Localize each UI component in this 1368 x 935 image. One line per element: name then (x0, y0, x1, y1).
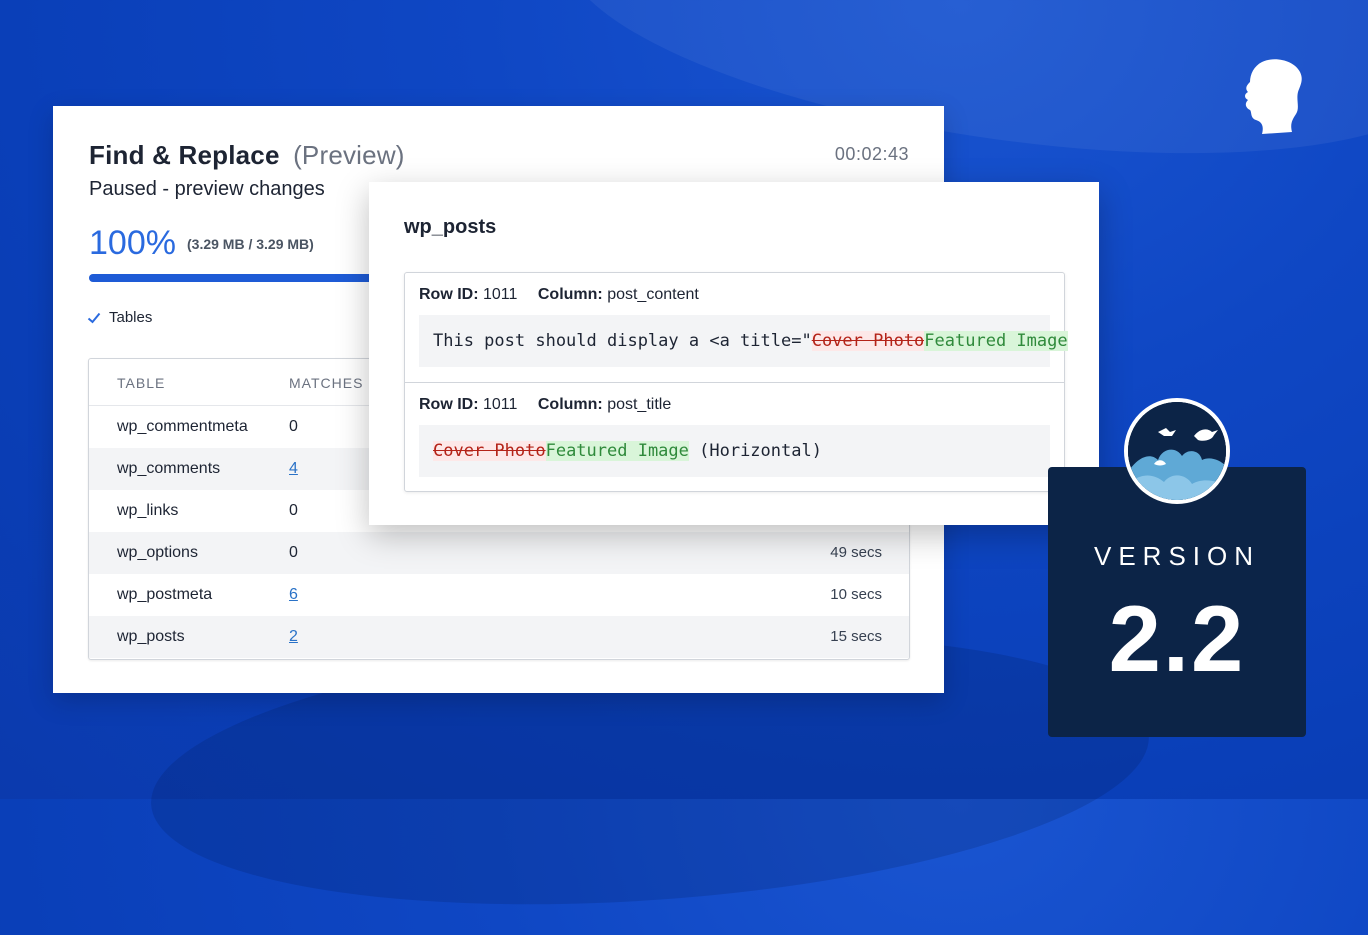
status-text: Paused - preview changes (89, 178, 325, 200)
match-count-link[interactable]: 4 (289, 460, 298, 478)
diff-meta: Row ID: 1011 Column: post_title (419, 396, 671, 414)
stage-label: Tables (109, 309, 153, 326)
version-label: VERSION (1093, 541, 1261, 571)
table-name: wp_commentmeta (117, 418, 248, 435)
matches-preview-popup: wp_posts Row ID: 1011 Column: post_conte… (369, 182, 1099, 525)
diff-meta: Row ID: 1011 Column: post_content (419, 286, 699, 304)
column-value: post_content (607, 286, 699, 303)
duration: 10 secs (830, 586, 882, 603)
diff-code: This post should display a <a title=" Cov… (419, 315, 1068, 367)
stage-tables: Tables (87, 309, 152, 326)
table-name: wp_links (117, 502, 179, 519)
inserted-text: Featured Image (924, 331, 1068, 351)
diff-entry: Row ID: 1011 Column: post_title Cover Ph… (405, 383, 1064, 492)
code-suffix: (Horizontal) (688, 441, 822, 461)
row-id-value: 1011 (483, 396, 518, 413)
diff-code: Cover Photo Featured Image (Horizontal) (419, 425, 1050, 477)
match-count: 0 (289, 418, 298, 435)
duration: 15 secs (830, 628, 882, 645)
match-count-link[interactable]: 2 (289, 628, 298, 646)
diff-entry: Row ID: 1011 Column: post_content This p… (405, 273, 1068, 383)
table-row: wp_postmeta 6 10 secs (89, 574, 909, 616)
code-prefix: This post should display a <a title=" (433, 331, 812, 351)
progress-percent: 100% (89, 224, 176, 262)
deleted-text: Cover Photo (433, 441, 546, 461)
row-id-label: Row ID: (419, 286, 479, 303)
inserted-text: Featured Image (545, 441, 689, 461)
column-header-matches: MATCHES (289, 375, 364, 391)
match-count-link[interactable]: 6 (289, 586, 298, 604)
column-value: post_title (607, 396, 672, 413)
match-count: 0 (289, 502, 298, 519)
head-logo-icon (1245, 59, 1302, 135)
match-count: 0 (289, 544, 298, 561)
column-header-table: TABLE (117, 375, 166, 391)
elapsed-timer: 00:02:43 (834, 144, 909, 164)
row-id-label: Row ID: (419, 396, 479, 413)
deleted-text: Cover Photo (811, 331, 925, 351)
title-text: Find & Replace (89, 140, 280, 170)
version-number: 2.2 (1108, 586, 1246, 691)
check-icon (87, 312, 101, 323)
popup-title: wp_posts (404, 216, 497, 238)
progress-size: (3.29 MB / 3.29 MB) (187, 236, 314, 252)
column-label: Column: (537, 396, 603, 413)
table-name: wp_options (117, 544, 198, 561)
diff-list: Row ID: 1011 Column: post_content This p… (404, 272, 1068, 492)
table-name: wp_postmeta (117, 586, 213, 603)
row-id-value: 1011 (483, 286, 518, 303)
page-title: Find & Replace (Preview) (89, 140, 405, 171)
table-name: wp_comments (117, 460, 221, 477)
table-name: wp_posts (117, 628, 185, 645)
column-label: Column: (537, 286, 603, 303)
table-row: wp_posts 2 15 secs (89, 616, 909, 658)
birds-logo-icon (1124, 398, 1230, 504)
duration: 49 secs (830, 544, 882, 561)
title-suffix: (Preview) (293, 140, 405, 170)
version-badge: VERSION 2.2 (1048, 467, 1306, 737)
table-row: wp_options 0 49 secs (89, 532, 909, 574)
